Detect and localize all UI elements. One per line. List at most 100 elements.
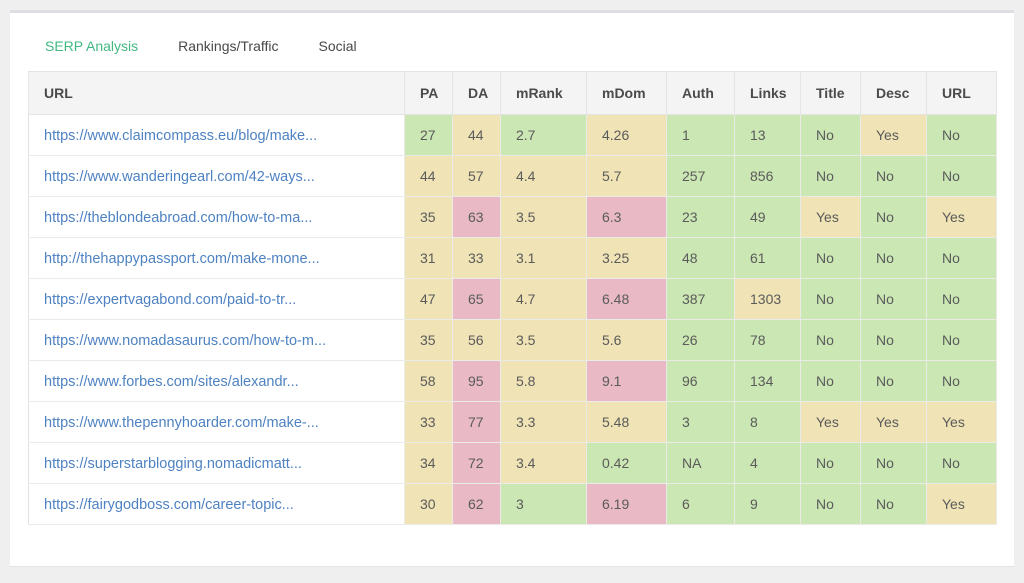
metric-cell-mrank: 3.4 xyxy=(500,442,587,484)
metric-cell-desc: No xyxy=(860,483,927,525)
table-row: https://www.nomadasaurus.com/how-to-m...… xyxy=(28,319,997,361)
metric-cell-mdom: 3.25 xyxy=(586,237,667,279)
metric-cell-title: No xyxy=(800,114,861,156)
metric-cell-mdom: 6.48 xyxy=(586,278,667,320)
result-url-link[interactable]: https://www.nomadasaurus.com/how-to-m... xyxy=(44,333,326,349)
metric-cell-title: Yes xyxy=(800,196,861,238)
table-row: https://fairygodboss.com/career-topic...… xyxy=(28,483,997,525)
metric-cell-mdom: 5.6 xyxy=(586,319,667,361)
table-body: https://www.claimcompass.eu/blog/make...… xyxy=(28,114,997,525)
result-url-link[interactable]: http://thehappypassport.com/make-mone... xyxy=(44,251,320,267)
metric-cell-desc: No xyxy=(860,278,927,320)
table-row: http://thehappypassport.com/make-mone...… xyxy=(28,237,997,279)
metric-cell-title: No xyxy=(800,442,861,484)
metric-cell-da: 33 xyxy=(452,237,501,279)
metric-cell-links: 1303 xyxy=(734,278,801,320)
analysis-card: SERP Analysis Rankings/Traffic Social URL P… xyxy=(10,10,1014,567)
result-url-link[interactable]: https://www.wanderingearl.com/42-ways... xyxy=(44,169,315,185)
metric-cell-desc: No xyxy=(860,237,927,279)
metric-cell-da: 44 xyxy=(452,114,501,156)
metric-cell-title: No xyxy=(800,360,861,402)
column-header-da: DA xyxy=(452,71,501,115)
metric-cell-da: 63 xyxy=(452,196,501,238)
result-url-link[interactable]: https://fairygodboss.com/career-topic... xyxy=(44,497,294,513)
metric-cell-url-2: Yes xyxy=(926,483,997,525)
metric-cell-links: 8 xyxy=(734,401,801,443)
serp-table-wrap: URL PA DA mRank mDom Auth Links Title Desc URL ht… xyxy=(28,71,997,525)
metric-cell-pa: 35 xyxy=(404,196,453,238)
url-cell: https://superstarblogging.nomadicmatt... xyxy=(28,442,405,484)
metric-cell-pa: 31 xyxy=(404,237,453,279)
column-header-mrank: mRank xyxy=(500,71,587,115)
metric-cell-desc: No xyxy=(860,442,927,484)
url-cell: https://theblondeabroad.com/how-to-ma... xyxy=(28,196,405,238)
metric-cell-mrank: 5.8 xyxy=(500,360,587,402)
metric-cell-title: No xyxy=(800,278,861,320)
tab-rankings-traffic[interactable]: Rankings/Traffic xyxy=(178,37,278,55)
result-url-link[interactable]: https://www.forbes.com/sites/alexandr... xyxy=(44,374,299,390)
metric-cell-pa: 47 xyxy=(404,278,453,320)
metric-cell-title: No xyxy=(800,155,861,197)
metric-cell-title: No xyxy=(800,237,861,279)
metric-cell-auth: 387 xyxy=(666,278,735,320)
metric-cell-mdom: 4.26 xyxy=(586,114,667,156)
metric-cell-mrank: 3.5 xyxy=(500,319,587,361)
result-url-link[interactable]: https://www.thepennyhoarder.com/make-... xyxy=(44,415,319,431)
metric-cell-links: 61 xyxy=(734,237,801,279)
metric-cell-da: 65 xyxy=(452,278,501,320)
metric-cell-desc: No xyxy=(860,196,927,238)
result-url-link[interactable]: https://expertvagabond.com/paid-to-tr... xyxy=(44,292,296,308)
metric-cell-url-2: No xyxy=(926,114,997,156)
url-cell: https://www.wanderingearl.com/42-ways... xyxy=(28,155,405,197)
metric-cell-pa: 35 xyxy=(404,319,453,361)
metric-cell-pa: 34 xyxy=(404,442,453,484)
column-header-links: Links xyxy=(734,71,801,115)
metric-cell-pa: 27 xyxy=(404,114,453,156)
tab-serp-analysis[interactable]: SERP Analysis xyxy=(45,37,138,55)
column-header-desc: Desc xyxy=(860,71,927,115)
metric-cell-da: 56 xyxy=(452,319,501,361)
column-header-title: Title xyxy=(800,71,861,115)
metric-cell-links: 49 xyxy=(734,196,801,238)
url-cell: https://www.nomadasaurus.com/how-to-m... xyxy=(28,319,405,361)
metric-cell-url-2: Yes xyxy=(926,401,997,443)
metric-cell-mrank: 3.1 xyxy=(500,237,587,279)
metric-cell-links: 78 xyxy=(734,319,801,361)
metric-cell-mdom: 5.7 xyxy=(586,155,667,197)
column-header-pa: PA xyxy=(404,71,453,115)
metric-cell-auth: NA xyxy=(666,442,735,484)
metric-cell-desc: Yes xyxy=(860,114,927,156)
metric-cell-links: 4 xyxy=(734,442,801,484)
metric-cell-mdom: 9.1 xyxy=(586,360,667,402)
metric-cell-mdom: 0.42 xyxy=(586,442,667,484)
metric-cell-desc: No xyxy=(860,360,927,402)
table-row: https://theblondeabroad.com/how-to-ma...… xyxy=(28,196,997,238)
metric-cell-links: 134 xyxy=(734,360,801,402)
metric-cell-mdom: 6.19 xyxy=(586,483,667,525)
metric-cell-links: 856 xyxy=(734,155,801,197)
metric-cell-links: 13 xyxy=(734,114,801,156)
result-url-link[interactable]: https://theblondeabroad.com/how-to-ma... xyxy=(44,210,312,226)
metric-cell-mrank: 3.3 xyxy=(500,401,587,443)
result-url-link[interactable]: https://superstarblogging.nomadicmatt... xyxy=(44,456,302,472)
column-header-url: URL xyxy=(28,71,405,115)
table-row: https://www.wanderingearl.com/42-ways...… xyxy=(28,155,997,197)
serp-table: URL PA DA mRank mDom Auth Links Title Desc URL ht… xyxy=(28,71,997,525)
metric-cell-url-2: No xyxy=(926,237,997,279)
metric-cell-pa: 58 xyxy=(404,360,453,402)
table-header-row: URL PA DA mRank mDom Auth Links Title Desc URL xyxy=(28,71,997,115)
metric-cell-url-2: Yes xyxy=(926,196,997,238)
metric-cell-links: 9 xyxy=(734,483,801,525)
url-cell: http://thehappypassport.com/make-mone... xyxy=(28,237,405,279)
metric-cell-mrank: 3 xyxy=(500,483,587,525)
result-url-link[interactable]: https://www.claimcompass.eu/blog/make... xyxy=(44,128,317,144)
metric-cell-da: 62 xyxy=(452,483,501,525)
metric-cell-desc: Yes xyxy=(860,401,927,443)
table-row: https://expertvagabond.com/paid-to-tr...… xyxy=(28,278,997,320)
url-cell: https://www.forbes.com/sites/alexandr... xyxy=(28,360,405,402)
tab-social[interactable]: Social xyxy=(319,37,357,55)
table-row: https://www.thepennyhoarder.com/make-...… xyxy=(28,401,997,443)
metric-cell-auth: 257 xyxy=(666,155,735,197)
metric-cell-auth: 26 xyxy=(666,319,735,361)
metric-cell-auth: 6 xyxy=(666,483,735,525)
